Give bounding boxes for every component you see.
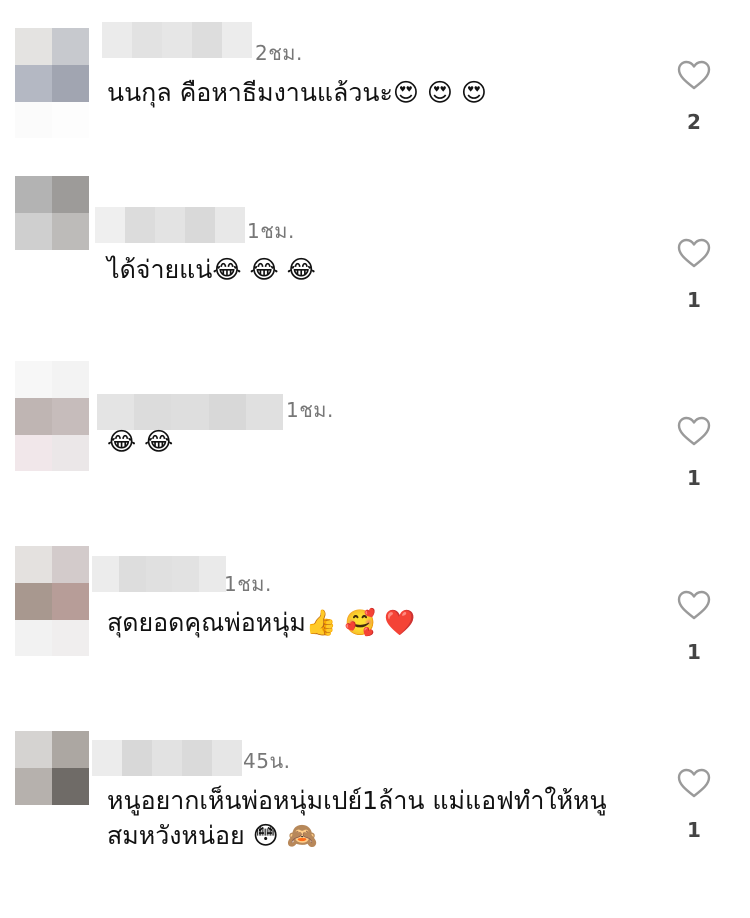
- avatar-pixel: [52, 102, 89, 138]
- comment-time: 2ชม.: [255, 41, 303, 65]
- comment-text: นนกุล คือหาธีมงานแล้วนะ😍 😍 😍: [107, 78, 487, 107]
- comment-text-line-1: หนูอยากเห็นพ่อหนุ่มเปย์1ล้าน แม่แอฟทำให้…: [107, 786, 607, 815]
- comment-time: 1ชม.: [247, 219, 295, 243]
- avatar-pixel: [15, 213, 52, 250]
- username-pixel: [199, 556, 226, 592]
- comment-text-line-2: สมหวังหน่อย 😳 🙈: [107, 821, 318, 850]
- username-pixel: [102, 22, 132, 58]
- avatar[interactable]: [15, 28, 89, 138]
- avatar-pixel: [15, 102, 52, 138]
- username-pixel: [145, 556, 173, 592]
- avatar-pixel: [52, 583, 89, 620]
- avatar-pixel: [52, 176, 89, 213]
- avatar-pixel: [52, 768, 89, 805]
- avatar-pixel: [15, 250, 52, 286]
- avatar-pixel: [15, 620, 52, 656]
- username-blurred[interactable]: [95, 207, 245, 243]
- avatar-pixel: [15, 435, 52, 471]
- avatar-pixel: [52, 546, 89, 583]
- comment-time: 45น.: [243, 749, 291, 773]
- avatar-pixel: [52, 361, 89, 398]
- username-pixel: [208, 394, 246, 430]
- username-pixel: [125, 207, 155, 243]
- avatar-pixel: [52, 435, 89, 471]
- avatar-pixel: [15, 398, 52, 435]
- heart-icon[interactable]: [677, 238, 711, 268]
- heart-icon[interactable]: [677, 590, 711, 620]
- username-pixel: [95, 207, 125, 243]
- avatar-pixel: [15, 805, 52, 841]
- comment-text: สุดยอดคุณพ่อหนุ่ม👍 🥰 ❤️: [107, 608, 416, 637]
- avatar-pixel: [15, 65, 52, 102]
- avatar-pixel: [52, 250, 89, 286]
- like-count: 1: [687, 818, 701, 842]
- comment-text: ได้จ่ายแน่😂 😂 😂: [107, 255, 316, 284]
- username-pixel: [162, 22, 192, 58]
- heart-icon[interactable]: [677, 416, 711, 446]
- like-count: 2: [687, 110, 701, 134]
- username-blurred[interactable]: [102, 22, 252, 58]
- username-pixel: [182, 740, 212, 776]
- avatar-pixel: [15, 731, 52, 768]
- comment-text: 😂 😂: [107, 427, 174, 456]
- heart-icon[interactable]: [677, 768, 711, 798]
- heart-icon[interactable]: [677, 60, 711, 90]
- username-pixel: [92, 740, 122, 776]
- avatar[interactable]: [15, 731, 89, 841]
- comment-time: 1ชม.: [224, 572, 272, 596]
- username-pixel: [171, 394, 209, 430]
- username-pixel: [215, 207, 245, 243]
- username-pixel: [122, 740, 152, 776]
- avatar-pixel: [15, 176, 52, 213]
- comment-time: 1ชม.: [286, 398, 334, 422]
- username-pixel: [172, 556, 200, 592]
- like-count: 1: [687, 640, 701, 664]
- username-pixel: [152, 740, 182, 776]
- username-pixel: [222, 22, 252, 58]
- username-pixel: [192, 22, 222, 58]
- username-blurred[interactable]: [92, 556, 226, 592]
- like-count: 1: [687, 466, 701, 490]
- username-pixel: [212, 740, 242, 776]
- like-count: 1: [687, 288, 701, 312]
- username-pixel: [245, 394, 283, 430]
- avatar-pixel: [52, 398, 89, 435]
- avatar-pixel: [15, 28, 52, 65]
- username-pixel: [118, 556, 146, 592]
- username-pixel: [132, 22, 162, 58]
- avatar-pixel: [52, 213, 89, 250]
- avatar-pixel: [52, 805, 89, 841]
- avatar-pixel: [52, 28, 89, 65]
- username-pixel: [185, 207, 215, 243]
- avatar-pixel: [15, 361, 52, 398]
- avatar-pixel: [52, 620, 89, 656]
- avatar[interactable]: [15, 361, 89, 471]
- username-blurred[interactable]: [92, 740, 242, 776]
- username-pixel: [92, 556, 119, 592]
- avatar[interactable]: [15, 176, 89, 286]
- avatar-pixel: [52, 731, 89, 768]
- avatar-pixel: [15, 546, 52, 583]
- avatar-pixel: [52, 65, 89, 102]
- avatar-pixel: [15, 768, 52, 805]
- username-pixel: [155, 207, 185, 243]
- avatar[interactable]: [15, 546, 89, 656]
- avatar-pixel: [15, 583, 52, 620]
